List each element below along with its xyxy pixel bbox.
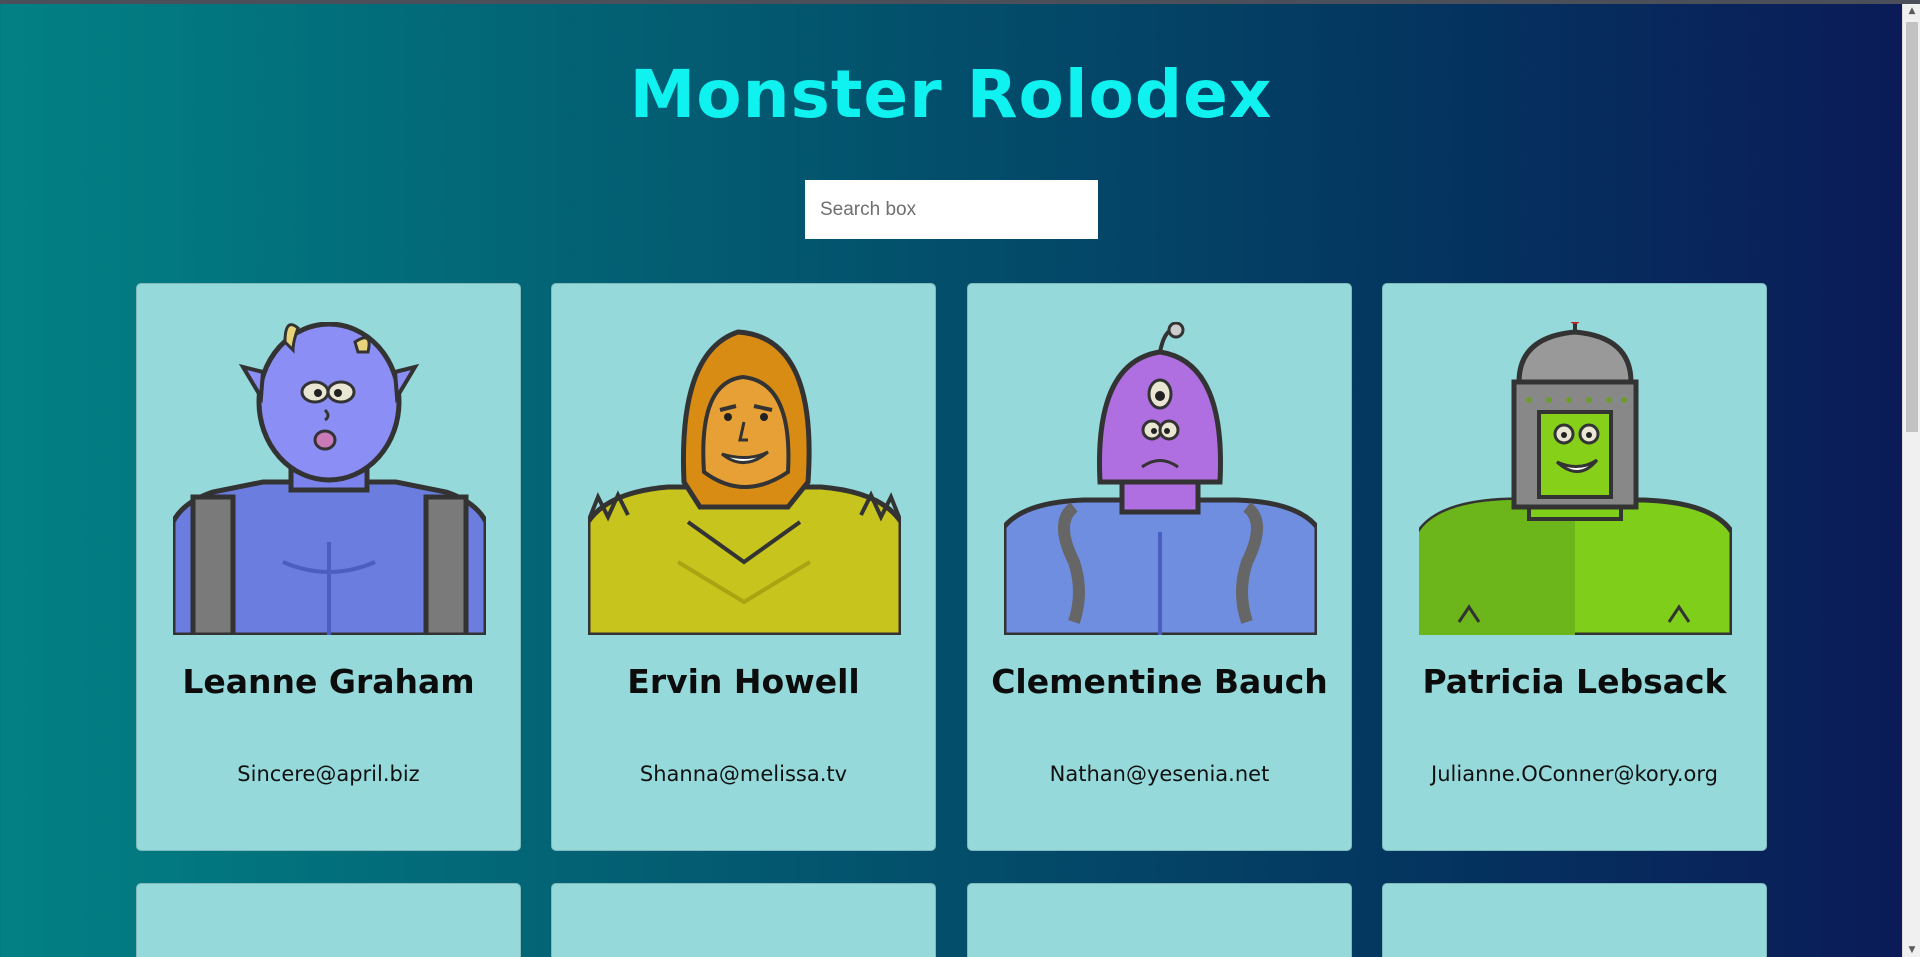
monster-card[interactable]: Patricia Lebsack Julianne.OConner@kory.o… — [1382, 283, 1767, 851]
monster-card[interactable] — [967, 883, 1352, 957]
monster-cyclops-avatar — [1004, 322, 1317, 635]
monster-card[interactable]: Clementine Bauch Nathan@yesenia.net — [967, 283, 1352, 851]
monster-name: Patricia Lebsack — [1422, 662, 1727, 701]
monster-card[interactable] — [136, 883, 521, 957]
monster-name: Ervin Howell — [627, 662, 860, 701]
monster-email: Nathan@yesenia.net — [1049, 762, 1270, 786]
scrollbar-thumb[interactable] — [1906, 22, 1918, 432]
monster-email: Julianne.OConner@kory.org — [1431, 762, 1718, 786]
monster-hooded-avatar — [588, 329, 901, 635]
monster-card[interactable]: Leanne Graham Sincere@april.biz — [136, 283, 521, 851]
monster-robot-avatar — [1419, 322, 1732, 635]
app-page: Monster Rolodex Search box Leanne Graham… — [0, 4, 1902, 957]
monster-email: Sincere@april.biz — [237, 762, 420, 786]
scroll-up-icon[interactable]: ▲ — [1903, 4, 1920, 18]
monster-card[interactable] — [1382, 883, 1767, 957]
vertical-scrollbar[interactable]: ▲ ▼ — [1902, 4, 1920, 957]
monster-name: Clementine Bauch — [991, 662, 1328, 701]
monster-horned-avatar — [173, 322, 486, 635]
scroll-down-icon[interactable]: ▼ — [1903, 943, 1920, 957]
monster-email: Shanna@melissa.tv — [639, 762, 848, 786]
monster-name: Leanne Graham — [182, 662, 475, 701]
monster-card[interactable]: Ervin Howell Shanna@melissa.tv — [551, 283, 936, 851]
search-input[interactable] — [805, 180, 1098, 239]
page-title: Monster Rolodex — [629, 56, 1273, 133]
monster-card[interactable] — [551, 883, 936, 957]
